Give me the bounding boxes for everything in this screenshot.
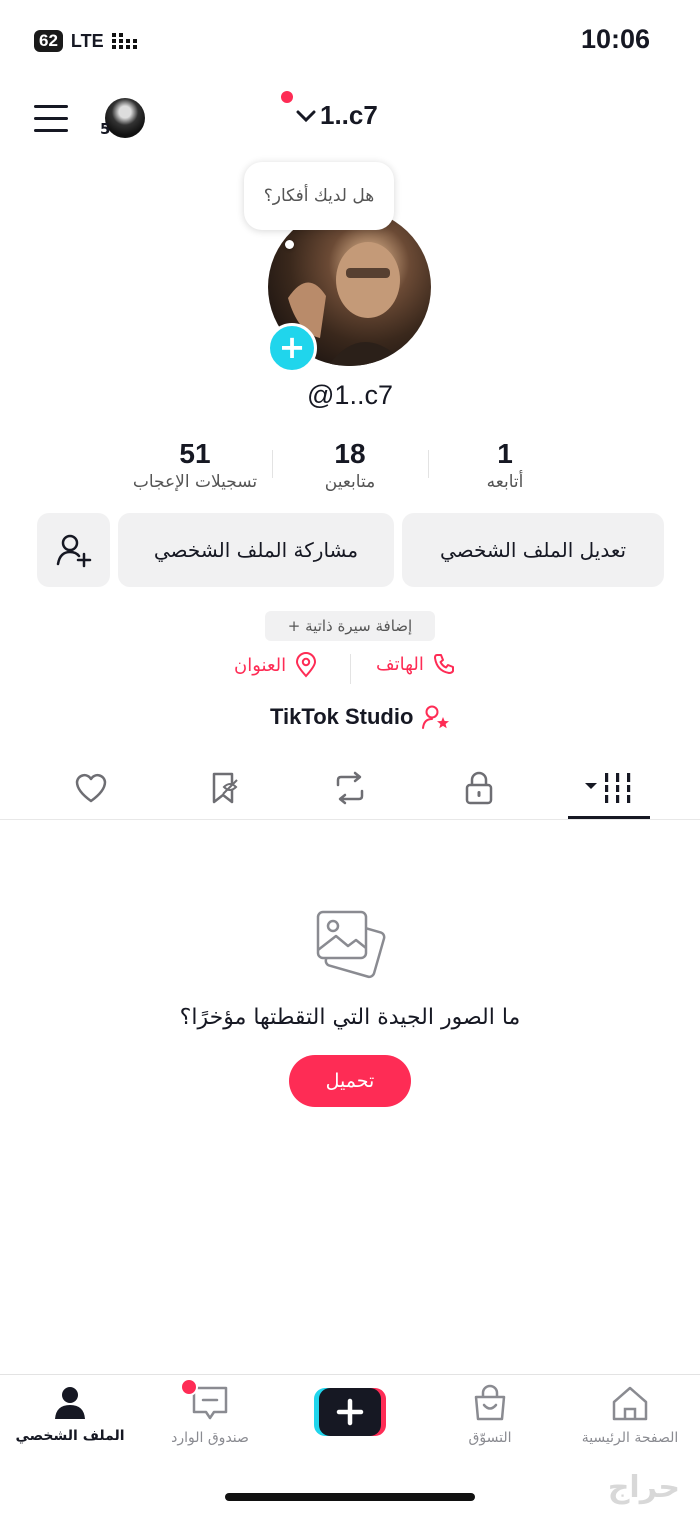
nav-home-label: الصفحة الرئيسية [581, 1430, 679, 1446]
address-label: العنوان [234, 654, 287, 676]
tab-videos[interactable] [579, 765, 639, 811]
stat-likes[interactable]: 51 تسجيلات الإعجاب [115, 438, 275, 492]
photos-icon [314, 906, 386, 984]
chevron-down-icon [296, 110, 316, 122]
nav-shop-label: التسوّق [468, 1430, 512, 1446]
nav-inbox[interactable]: صندوق الوارد [140, 1384, 280, 1446]
nav-profile[interactable]: الملف الشخصي [0, 1384, 140, 1444]
stat-followers[interactable]: 18 متابعين [270, 438, 430, 492]
studio-label: TikTok Studio [270, 704, 414, 729]
header-username: 1..c7 [320, 100, 378, 130]
followers-count: 18 [334, 438, 366, 469]
phone-link[interactable]: الهاتف [376, 652, 456, 676]
following-label: أتابعه [486, 472, 524, 492]
account-switcher[interactable]: 1..c7 [296, 100, 378, 131]
phone-label: الهاتف [376, 653, 424, 675]
tab-favorites[interactable] [193, 765, 253, 811]
signal-icon [111, 33, 137, 49]
heart-icon [75, 773, 107, 803]
repost-icon [336, 771, 364, 805]
add-story-button[interactable]: + [267, 323, 317, 373]
bubble-tail [285, 240, 294, 249]
nav-home[interactable]: الصفحة الرئيسية [560, 1384, 700, 1446]
add-user-icon [56, 534, 91, 568]
following-count: 1 [497, 438, 513, 469]
nav-profile-label: الملف الشخصي [15, 1428, 125, 1444]
videos-grid-icon [585, 773, 631, 803]
battery-indicator: 62 [34, 30, 63, 52]
tab-liked[interactable] [61, 765, 121, 811]
tab-reposts[interactable] [320, 765, 380, 811]
nav-divider [0, 1374, 700, 1375]
home-indicator [225, 1493, 475, 1501]
address-link[interactable]: العنوان [234, 652, 318, 678]
add-friend-button[interactable] [37, 513, 110, 587]
ideas-bubble[interactable]: هل لديك أفكار؟ [244, 162, 394, 230]
tiktok-studio-link[interactable]: TikTok Studio [270, 704, 451, 730]
stat-following[interactable]: 1 أتابعه [425, 438, 585, 492]
share-profile-button[interactable]: مشاركة الملف الشخصي [118, 513, 394, 587]
likes-label: تسجيلات الإعجاب [132, 472, 258, 492]
phone-icon [433, 654, 454, 674]
watermark-logo: حراج [607, 1470, 680, 1505]
create-button[interactable] [314, 1388, 386, 1436]
home-icon [612, 1386, 648, 1421]
inbox-notification-dot [180, 1378, 198, 1396]
empty-state-message: ما الصور الجيدة التي التقطتها مؤخرًا؟ [179, 1005, 521, 1030]
plus-icon [314, 1388, 386, 1436]
link-divider [350, 654, 351, 684]
add-bio-button[interactable]: + إضافة سيرة ذاتية [265, 611, 435, 641]
nav-shop[interactable]: التسوّق [420, 1384, 560, 1446]
shopping-bag-icon [474, 1384, 506, 1421]
clock: 10:06 [580, 24, 650, 54]
status-indicators: 62 LTE [34, 30, 142, 52]
notification-count: 5 [100, 120, 111, 138]
profile-handle: @1..c7 [307, 380, 393, 410]
username-notification-dot [281, 91, 293, 103]
lock-icon [465, 771, 493, 805]
location-pin-icon [296, 652, 317, 678]
menu-icon[interactable] [34, 105, 68, 133]
account-avatar[interactable] [105, 98, 145, 138]
active-tab-indicator [568, 816, 650, 819]
nav-inbox-label: صندوق الوارد [171, 1430, 249, 1446]
profile-icon [55, 1387, 85, 1419]
bookmark-hidden-icon [212, 772, 238, 804]
network-label: LTE [70, 30, 104, 51]
edit-profile-button[interactable]: تعديل الملف الشخصي [402, 513, 664, 587]
upload-button[interactable]: تحميل [289, 1055, 411, 1107]
followers-label: متابعين [324, 472, 376, 492]
tabs-rule [0, 819, 700, 820]
creator-star-icon [422, 705, 450, 729]
likes-count: 51 [179, 438, 211, 469]
tab-private[interactable] [449, 765, 509, 811]
